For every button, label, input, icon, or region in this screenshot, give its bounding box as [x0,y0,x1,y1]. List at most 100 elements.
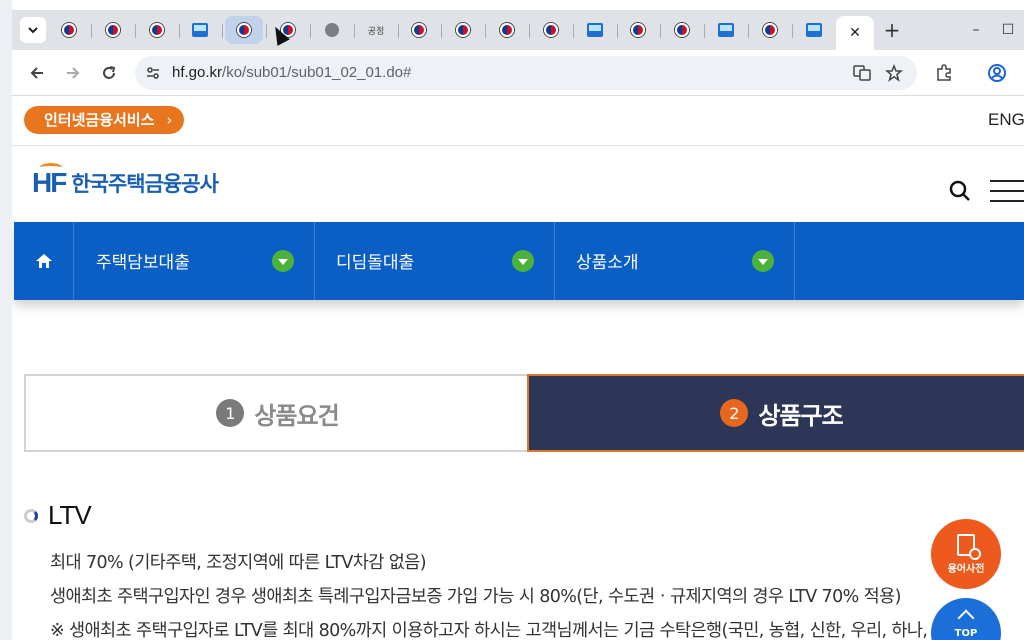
chevron-up-icon [957,609,975,627]
gnb-item-label: 주택담보대출 [96,253,190,273]
tab-separator [529,24,530,38]
browser-tab[interactable] [138,16,176,44]
translate-icon[interactable] [851,62,873,84]
home-button[interactable] [14,222,74,300]
section-heading: LTV [48,500,92,530]
hf-favicon-icon [718,23,734,37]
gnb-item-products[interactable]: 상품소개 [555,222,795,300]
profile-icon [988,64,1006,82]
korea-gov-favicon-icon [631,23,645,37]
browser-tab[interactable] [94,16,132,44]
forward-button[interactable] [59,59,87,87]
scroll-top-button[interactable]: TOP [931,598,1001,640]
forward-arrow-icon [67,67,80,79]
tab-separator [617,24,618,38]
address-bar[interactable]: hf.go.kr/ko/sub01/sub01_02_01.do# [135,56,917,90]
tab-product-requirements[interactable]: 1 상품요건 [24,374,529,452]
hamburger-menu-icon[interactable] [990,180,1024,202]
browser-tab[interactable] [444,16,482,44]
tab-separator [354,24,355,38]
step-tabs: 1 상품요건 2 상품구조 [24,374,1024,452]
browser-tab[interactable] [50,16,88,44]
active-tab[interactable]: ✕ [836,16,874,50]
tab-separator [660,24,661,38]
new-tab-button[interactable]: + [880,18,904,42]
globe-favicon-icon [325,23,339,37]
browser-tab[interactable] [532,16,570,44]
dropdown-arrow-icon[interactable] [512,250,534,272]
internet-banking-label: 인터넷금융서비스 [44,111,155,129]
browser-tab[interactable] [181,16,219,44]
browser-tab[interactable]: 공정 [357,16,395,44]
step-number: 1 [216,399,245,427]
korea-gov-favicon-icon [500,23,514,37]
browser-tab[interactable] [751,16,789,44]
korea-gov-favicon-icon [106,23,120,37]
internet-banking-button[interactable]: 인터넷금융서비스 › [24,106,185,134]
maximize-icon: ☐ [1001,22,1015,38]
korea-gov-favicon-icon [150,23,164,37]
tab-separator [748,24,749,38]
korea-gov-favicon-icon [237,23,251,37]
utility-bar: 인터넷금융서비스 › ENG [12,96,1024,146]
maximize-button[interactable]: ☐ [996,18,1020,42]
language-link[interactable]: ENG [988,110,1024,130]
bookmark-star-icon[interactable] [883,62,905,84]
site-logo[interactable]: HF 한국주택금융공사 [32,163,219,199]
tab-separator [441,24,442,38]
profile-button[interactable] [983,59,1011,87]
extensions-button[interactable] [930,59,958,87]
web-page: 인터넷금융서비스 › ENG HF 한국주택금융공사 주택담보대출 디딤돌대출 … [12,96,1024,640]
gnb-item-didimdol[interactable]: 디딤돌대출 [315,222,555,300]
korea-gov-favicon-icon [456,23,470,37]
browser-tab[interactable] [488,16,526,44]
step-label: 상품요건 [254,401,339,430]
tab-separator [91,24,92,38]
step-label: 상품구조 [758,401,843,430]
url-domain: hf.go.kr [172,64,223,81]
reload-icon [103,66,116,79]
gnb-item-label: 상품소개 [576,253,639,273]
minimize-icon: – [972,22,980,38]
browser-tab[interactable] [576,16,614,44]
browser-tab[interactable] [795,16,833,44]
glossary-label: 용어사전 [947,563,985,575]
tab-separator [179,24,180,38]
description-line: 최대 70% (기타주택, 조정지역에 따른 LTV차감 없음) [50,553,427,573]
tab-search-button[interactable] [20,17,46,43]
url-path: /ko/sub01/sub01_02_01.do# [222,64,412,81]
url-text[interactable]: hf.go.kr/ko/sub01/sub01_02_01.do# [172,64,411,81]
browser-tab[interactable] [707,16,745,44]
gnb-item-mortgage[interactable]: 주택담보대출 [75,222,315,300]
browser-tab[interactable] [663,16,701,44]
korea-gov-favicon-icon [544,23,558,37]
korea-gov-favicon-icon [763,23,777,37]
glossary-button[interactable]: 용어사전 [931,519,1001,589]
browser-tab[interactable] [313,16,351,44]
browser-tab[interactable] [400,16,438,44]
puzzle-icon [937,64,951,81]
browser-tab[interactable] [619,16,657,44]
minimize-button[interactable]: – [964,18,988,42]
browser-tab[interactable] [225,16,263,44]
korea-gov-favicon-icon [412,23,426,37]
chevron-right-icon: › [166,111,173,129]
tab-separator [266,24,267,38]
gnb-item-label: 디딤돌대출 [336,253,415,273]
dropdown-arrow-icon[interactable] [752,250,774,272]
book-search-icon [957,533,981,560]
tab-strip: 공정 ✕ + – ☐ [12,10,1024,50]
reload-button[interactable] [95,59,123,87]
tab-separator [398,24,399,38]
close-tab-icon[interactable]: ✕ [849,25,861,41]
tab-product-structure[interactable]: 2 상품구조 [527,374,1024,452]
logo-text: 한국주택금융공사 [71,172,219,196]
site-info-icon[interactable] [143,63,163,83]
description-line: ※ 생애최초 주택구입자로 LTV를 최대 80%까지 이용하고자 하시는 고객… [50,621,928,640]
dropdown-arrow-icon[interactable] [272,250,294,272]
hf-favicon-icon [192,23,208,37]
search-icon[interactable] [949,180,971,202]
back-button[interactable] [23,59,51,87]
tab-separator [485,24,486,38]
step-number: 2 [720,399,749,427]
